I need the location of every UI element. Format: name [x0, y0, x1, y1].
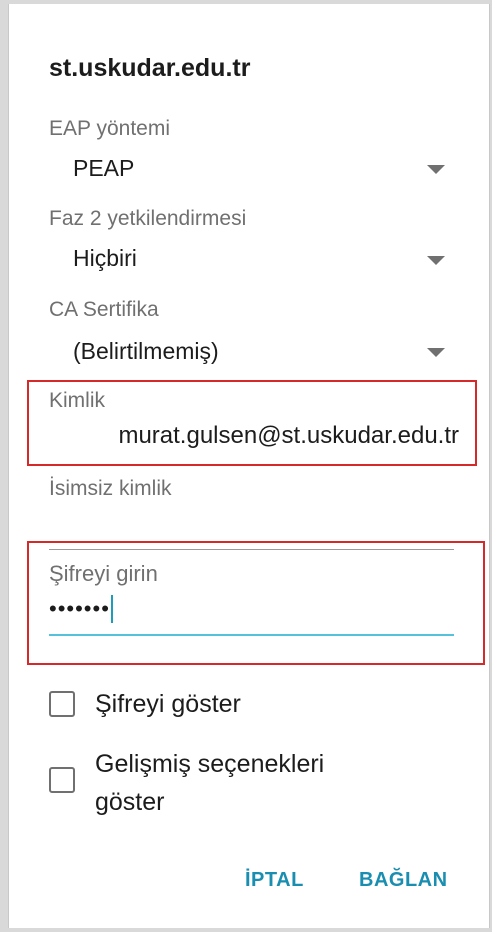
show-password-label[interactable]: Şifreyi göster	[95, 685, 241, 723]
chevron-down-icon	[427, 348, 445, 357]
identity-label: Kimlik	[49, 389, 105, 412]
show-password-checkbox[interactable]	[49, 691, 75, 717]
text-cursor	[110, 595, 113, 623]
advanced-options-label-line2[interactable]: göster	[95, 783, 164, 821]
chevron-down-icon	[427, 256, 445, 265]
ca-certificate-dropdown[interactable]: (Belirtilmemiş)	[49, 332, 459, 372]
password-underline	[49, 634, 454, 636]
chevron-down-icon	[427, 165, 445, 174]
connect-button[interactable]: BAĞLAN	[359, 869, 448, 892]
anonymous-identity-label[interactable]: İsimsiz kimlik	[49, 477, 171, 501]
password-value: •••••••	[49, 596, 110, 621]
cancel-button[interactable]: İPTAL	[245, 869, 304, 892]
network-title: st.uskudar.edu.tr	[49, 54, 251, 82]
eap-method-value: PEAP	[73, 155, 135, 181]
ca-certificate-label: CA Sertifika	[49, 298, 159, 321]
advanced-options-checkbox[interactable]	[49, 767, 75, 793]
eap-method-label: EAP yöntemi	[49, 117, 171, 140]
wifi-connect-dialog: st.uskudar.edu.tr EAP yöntemi PEAP Faz 2…	[8, 4, 490, 928]
advanced-options-label-line1[interactable]: Gelişmiş seçenekleri	[95, 745, 324, 783]
phase2-auth-label: Faz 2 yetkilendirmesi	[49, 207, 247, 230]
ca-certificate-value: (Belirtilmemiş)	[73, 338, 219, 364]
identity-input[interactable]: murat.gulsen@st.uskudar.edu.tr	[49, 422, 459, 456]
eap-method-dropdown[interactable]: PEAP	[49, 149, 459, 189]
phase2-auth-value: Hiçbiri	[73, 245, 137, 271]
phase2-auth-dropdown[interactable]: Hiçbiri	[49, 240, 459, 280]
password-label: Şifreyi girin	[49, 561, 158, 586]
identity-value: murat.gulsen@st.uskudar.edu.tr	[118, 422, 459, 449]
divider	[49, 549, 454, 550]
password-input[interactable]: •••••••	[49, 595, 449, 623]
